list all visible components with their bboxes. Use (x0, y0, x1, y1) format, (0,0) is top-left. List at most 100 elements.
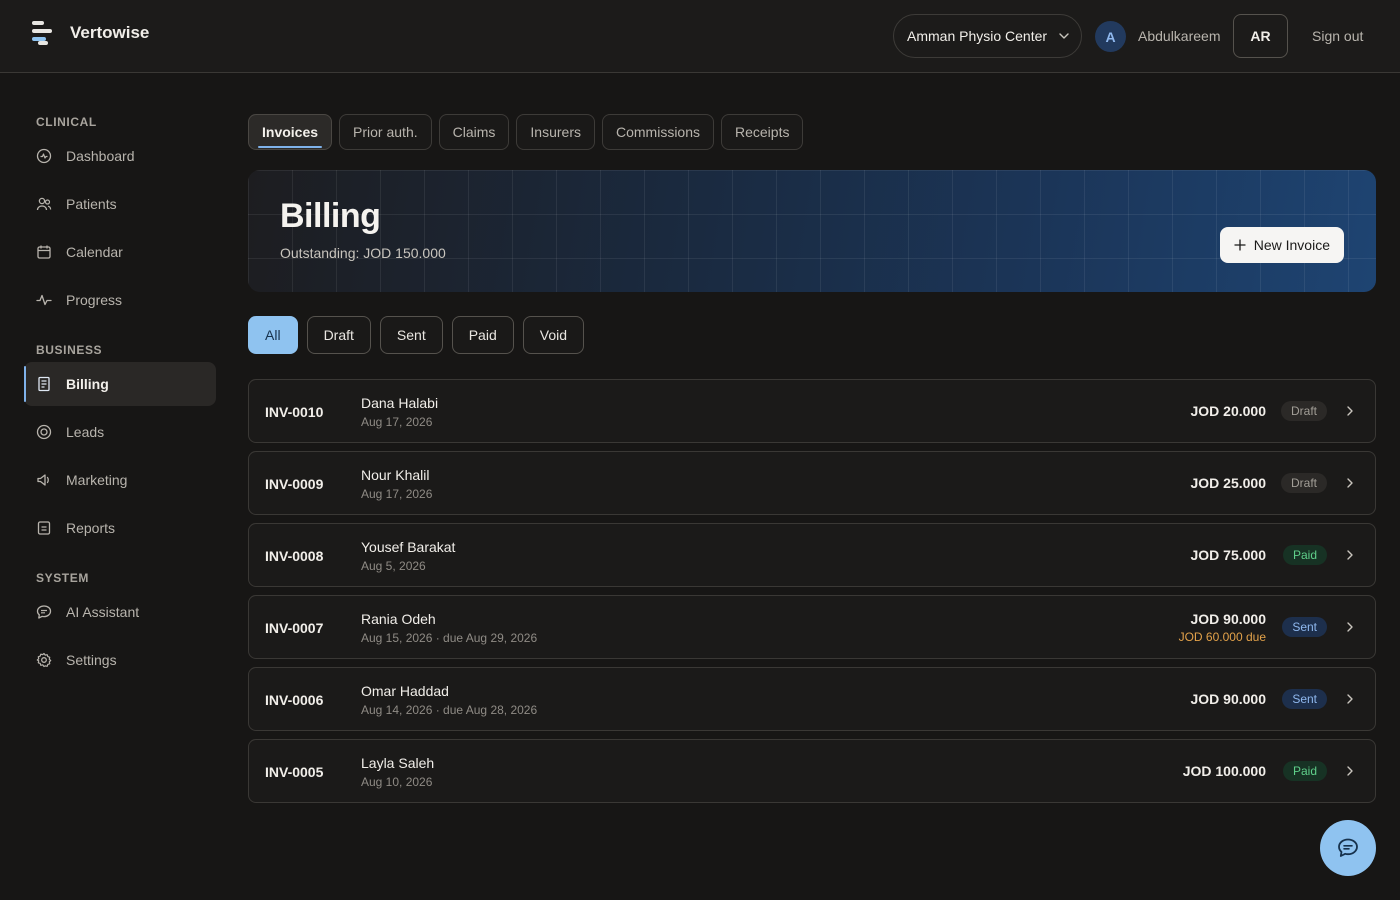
invoice-date: Aug 15, 2026 · due Aug 29, 2026 (361, 631, 538, 645)
chevron-right-icon (1347, 406, 1353, 416)
sidebar-item-dashboard[interactable]: Dashboard (24, 134, 216, 178)
section-label-clinical: CLINICAL (36, 115, 97, 129)
status-badge: Paid (1282, 545, 1327, 565)
sidebar-item-label: Progress (66, 292, 123, 308)
amount-block: JOD 90.000 JOD 60.000 due (1179, 596, 1266, 658)
gear-icon (36, 652, 52, 668)
sidebar-item-progress[interactable]: Progress (24, 278, 216, 322)
brand-name: Vertowise (70, 23, 150, 42)
patient-name: Dana Halabi (361, 395, 439, 411)
clinic-selector[interactable]: Amman Physio Center (893, 14, 1082, 58)
amount-block: JOD 25.000 (1191, 452, 1267, 514)
plus-icon (1234, 239, 1246, 251)
sidebar-item-ai-assistant[interactable]: AI Assistant (24, 590, 216, 634)
activity-icon (36, 294, 52, 306)
invoice-row[interactable]: INV-0009 Nour Khalil Aug 17, 2026 JOD 25… (248, 451, 1376, 515)
invoice-id: INV-0006 (265, 692, 324, 708)
language-toggle-button[interactable]: AR (1233, 14, 1288, 58)
new-invoice-button[interactable]: New Invoice (1219, 227, 1344, 263)
invoice-row[interactable]: INV-0010 Dana Halabi Aug 17, 2026 JOD 20… (248, 379, 1376, 443)
chevron-down-icon (1059, 33, 1069, 39)
sidebar-item-label: Reports (66, 520, 116, 536)
invoice-row[interactable]: INV-0008 Yousef Barakat Aug 5, 2026 JOD … (248, 523, 1376, 587)
invoice-id: INV-0007 (265, 620, 324, 636)
sidebar-item-calendar[interactable]: Calendar (24, 230, 216, 274)
outstanding-total: Outstanding: JOD 150.000 (280, 245, 446, 261)
sidebar-item-label: Calendar (66, 244, 123, 260)
status-badge: Paid (1282, 761, 1327, 781)
invoice-row[interactable]: INV-0006 Omar Haddad Aug 14, 2026 · due … (248, 667, 1376, 731)
patient-name: Nour Khalil (361, 467, 430, 483)
filter-sent[interactable]: Sent (379, 316, 443, 354)
tab-insurers[interactable]: Insurers (516, 114, 595, 150)
invoice-id: INV-0009 (265, 476, 324, 492)
sidebar-item-settings[interactable]: Settings (24, 638, 216, 682)
tab-claims[interactable]: Claims (438, 114, 510, 150)
chat-icon (1338, 838, 1358, 857)
chevron-right-icon (1347, 478, 1353, 488)
sidebar-item-marketing[interactable]: Marketing (24, 458, 216, 502)
avatar[interactable]: A (1095, 21, 1126, 52)
section-label-system: SYSTEM (36, 571, 89, 585)
invoice-date: Aug 10, 2026 (361, 775, 433, 789)
tab-prior-auth[interactable]: Prior auth. (339, 114, 432, 150)
sidebar-item-billing[interactable]: Billing (24, 362, 216, 406)
patient-name: Rania Odeh (361, 611, 436, 627)
logo-icon (32, 21, 52, 45)
username: Abdulkareem (1138, 28, 1221, 44)
status-badge: Draft (1280, 401, 1327, 421)
chevron-right-icon (1347, 622, 1353, 632)
tab-commissions[interactable]: Commissions (601, 114, 714, 150)
sidebar-item-reports[interactable]: Reports (24, 506, 216, 550)
invoice-amount: JOD 90.000 (1190, 610, 1267, 627)
filter-paid[interactable]: Paid (451, 316, 514, 354)
patient-name: Layla Saleh (361, 755, 435, 771)
chat-icon (36, 605, 52, 619)
sidebar-item-patients[interactable]: Patients (24, 182, 216, 226)
amount-block: JOD 75.000 (1191, 524, 1267, 586)
sidebar-item-label: Billing (66, 376, 109, 392)
users-icon (36, 197, 52, 211)
invoice-row[interactable]: INV-0005 Layla Saleh Aug 10, 2026 JOD 10… (248, 739, 1376, 803)
ai-chat-button[interactable] (1320, 820, 1376, 876)
sign-out-link[interactable]: Sign out (1312, 28, 1363, 44)
report-icon (37, 521, 51, 535)
billing-banner: Billing Outstanding: JOD 150.000 New Inv… (248, 170, 1376, 292)
sidebar-item-label: AI Assistant (66, 604, 140, 620)
invoice-amount: JOD 25.000 (1190, 475, 1267, 491)
filter-void[interactable]: Void (522, 316, 584, 354)
sidebar-item-label: Patients (66, 196, 117, 212)
new-invoice-label: New Invoice (1253, 237, 1330, 253)
invoice-amount: JOD 75.000 (1190, 547, 1267, 563)
status-badge: Draft (1280, 473, 1327, 493)
tab-invoices[interactable]: Invoices (248, 114, 333, 150)
billing-tabs: Invoices Prior auth. Claims Insurers Com… (248, 114, 804, 150)
amount-due: JOD 60.000 due (1178, 629, 1266, 644)
section-label-business: BUSINESS (36, 343, 103, 357)
invoice-date: Aug 17, 2026 (361, 487, 433, 501)
banner-grid-pattern (248, 170, 1376, 292)
patient-name: Omar Haddad (361, 683, 449, 699)
sidebar-item-leads[interactable]: Leads (24, 410, 216, 454)
invoice-id: INV-0005 (265, 764, 324, 780)
receipt-icon (38, 376, 50, 392)
amount-block: JOD 20.000 (1191, 380, 1267, 442)
chevron-right-icon (1347, 766, 1353, 776)
invoice-amount: JOD 90.000 (1190, 691, 1267, 707)
sidebar-item-label: Leads (66, 424, 105, 440)
sidebar-item-label: Marketing (66, 472, 128, 488)
status-badge: Sent (1282, 617, 1327, 637)
invoice-row[interactable]: INV-0007 Rania Odeh Aug 15, 2026 · due A… (248, 595, 1376, 659)
patient-name: Yousef Barakat (361, 539, 456, 555)
invoice-amount: JOD 20.000 (1190, 403, 1267, 419)
filter-draft[interactable]: Draft (306, 316, 371, 354)
tab-receipts[interactable]: Receipts (721, 114, 804, 150)
amount-block: JOD 90.000 (1191, 668, 1267, 730)
chevron-right-icon (1347, 694, 1353, 704)
sidebar-item-label: Dashboard (66, 148, 135, 164)
sidebar-item-label: Settings (66, 652, 117, 668)
clinic-selector-label: Amman Physio Center (907, 28, 1048, 44)
status-filters: All Draft Sent Paid Void (248, 316, 584, 354)
invoice-date: Aug 14, 2026 · due Aug 28, 2026 (361, 703, 538, 717)
filter-all[interactable]: All (248, 316, 298, 354)
